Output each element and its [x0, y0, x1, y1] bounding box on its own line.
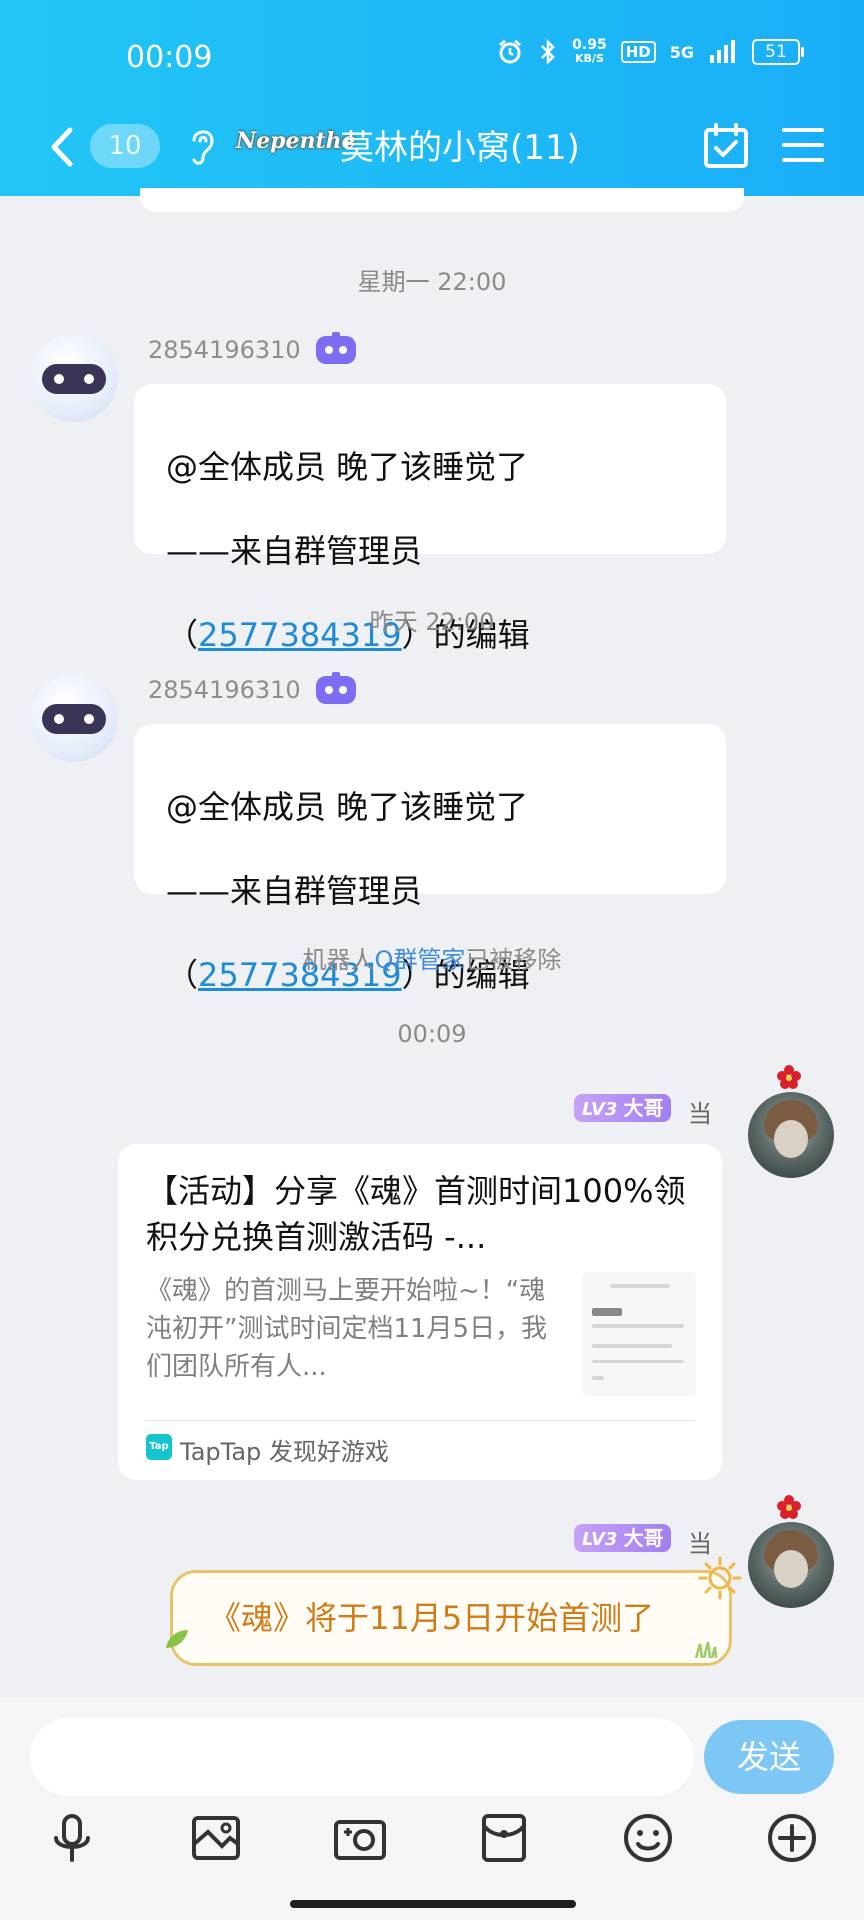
net-speed-value: 0.95: [572, 37, 607, 53]
status-bar: 00:09 0.95 KB/S HD 5G 51: [0, 0, 864, 110]
flower-decoration-icon: [777, 1495, 801, 1519]
bot-message-text: @全体成员 晚了该睡觉了 ——来自群管理员 （2577384319）的编辑: [166, 744, 530, 1038]
message-line: @全体成员 晚了该睡觉了: [166, 448, 529, 486]
share-card-description: 《魂》的首测马上要开始啦~！“魂沌初开”测试时间定档11月5日，我们团队所有人.…: [146, 1276, 548, 1382]
time-divider: 昨天 22:00: [369, 608, 495, 636]
top-header: 00:09 0.95 KB/S HD 5G 51 10 Nepenthe 莫林的…: [0, 0, 864, 196]
system-notice: 机器人Q群管家已被移除: [0, 940, 864, 975]
avatar-face: [774, 1550, 808, 1588]
share-card-thumbnail: [582, 1272, 696, 1396]
taptap-logo-icon: Tap: [146, 1434, 172, 1460]
plus-circle-icon[interactable]: [762, 1808, 822, 1868]
signal-bars-icon: [710, 40, 735, 63]
group-title[interactable]: 莫林的小窝(11): [340, 120, 580, 169]
bot-message-bubble[interactable]: @全体成员 晚了该睡觉了 ——来自群管理员 （2577384319）的编辑: [134, 384, 726, 654]
themed-message-text: 《魂》将于11月5日开始首测了: [209, 1599, 655, 1637]
home-indicator[interactable]: [290, 1900, 576, 1908]
bot-avatar-eye: [84, 374, 94, 384]
level-title: 大哥: [623, 1096, 664, 1120]
status-icons: 0.95 KB/S HD 5G 51: [496, 38, 804, 66]
level-number: LV3: [582, 1529, 618, 1550]
time-divider: 00:09: [397, 1020, 467, 1048]
thumbnail-line: [592, 1324, 684, 1328]
sender-name[interactable]: 当: [688, 1094, 712, 1129]
camera-icon[interactable]: [330, 1808, 390, 1868]
bot-avatar[interactable]: [30, 334, 118, 422]
bot-avatar-visor: [42, 704, 106, 734]
previous-message-card-edge: [140, 188, 744, 212]
thumbnail-line: [592, 1360, 684, 1363]
message-line: @全体成员 晚了该睡觉了: [166, 788, 529, 826]
microphone-icon[interactable]: [42, 1808, 102, 1868]
share-link-card[interactable]: 【活动】分享《魂》首测时间100%领积分兑换首测激活码 -... 《魂》的首测马…: [118, 1144, 722, 1480]
message-line: ——来自群管理员: [166, 532, 423, 570]
red-packet-icon[interactable]: [474, 1808, 534, 1868]
bot-avatar-eye: [54, 714, 64, 724]
hd-badge: HD: [620, 41, 656, 63]
themed-message-bubble[interactable]: 《魂》将于11月5日开始首测了: [170, 1570, 732, 1666]
sender-id[interactable]: 2854196310: [148, 676, 301, 704]
battery-indicator: 51: [752, 39, 804, 65]
net-speed-unit: KB/S: [575, 52, 604, 65]
sender-id[interactable]: 2854196310: [148, 336, 301, 364]
unread-count-badge[interactable]: 10: [90, 124, 160, 168]
ear-icon[interactable]: [186, 124, 218, 168]
system-notice-prefix: 机器人: [302, 946, 375, 974]
sun-decoration-icon: [698, 1556, 742, 1600]
bot-avatar-eye: [54, 374, 64, 384]
share-card-source: TapTap 发现好游戏: [180, 1438, 389, 1466]
send-button[interactable]: 发送: [704, 1720, 834, 1794]
bluetooth-icon: [541, 38, 555, 66]
time-divider: 星期一 22:00: [357, 268, 507, 296]
chevron-left-icon[interactable]: [42, 122, 82, 172]
system-notice-bot-link[interactable]: Q群管家: [375, 946, 466, 974]
system-notice-suffix: 已被移除: [465, 946, 562, 974]
bot-avatar-visor: [42, 364, 106, 394]
thumbnail-line: [592, 1308, 622, 1316]
avatar-face: [774, 1120, 808, 1158]
member-level-badge: LV3 大哥: [574, 1524, 672, 1552]
thumbnail-line: [610, 1284, 670, 1288]
input-panel: 发送: [0, 1698, 864, 1920]
alarm-icon: [499, 39, 522, 64]
thumbnail-line: [592, 1376, 604, 1380]
sender-name[interactable]: 当: [688, 1524, 712, 1559]
bot-avatar[interactable]: [30, 674, 118, 762]
nav-bar: 10 Nepenthe 莫林的小窝(11): [0, 110, 864, 190]
leaf-decoration-icon: [166, 1630, 188, 1648]
grass-decoration-icon: [694, 1641, 718, 1658]
message-line: ——来自群管理员: [166, 872, 423, 910]
user-avatar[interactable]: [748, 1522, 834, 1608]
net-speed: 0.95 KB/S: [572, 38, 607, 66]
level-title: 大哥: [623, 1526, 664, 1550]
group-logo: Nepenthe: [236, 128, 356, 154]
image-icon[interactable]: [186, 1808, 246, 1868]
calendar-check-icon[interactable]: [702, 122, 750, 170]
thumbnail-line: [592, 1344, 672, 1348]
level-number: LV3: [582, 1099, 618, 1120]
share-card-title: 【活动】分享《魂》首测时间100%领积分兑换首测激活码 -...: [146, 1172, 686, 1256]
bot-avatar-eye: [84, 714, 94, 724]
share-card-divider: [146, 1420, 694, 1421]
flower-decoration-icon: [777, 1065, 801, 1089]
message-input[interactable]: [30, 1718, 694, 1796]
hamburger-menu-icon[interactable]: [782, 124, 824, 166]
network-type: 5G: [669, 42, 694, 62]
member-level-badge: LV3 大哥: [574, 1094, 672, 1122]
robot-icon: [316, 672, 356, 704]
bot-message-text: @全体成员 晚了该睡觉了 ——来自群管理员 （2577384319）的编辑: [166, 404, 530, 698]
user-avatar[interactable]: [748, 1092, 834, 1178]
bot-message-bubble[interactable]: @全体成员 晚了该睡觉了 ——来自群管理员 （2577384319）的编辑: [134, 724, 726, 994]
emoji-icon[interactable]: [618, 1808, 678, 1868]
robot-icon: [316, 332, 356, 364]
status-time: 00:09: [126, 40, 213, 75]
